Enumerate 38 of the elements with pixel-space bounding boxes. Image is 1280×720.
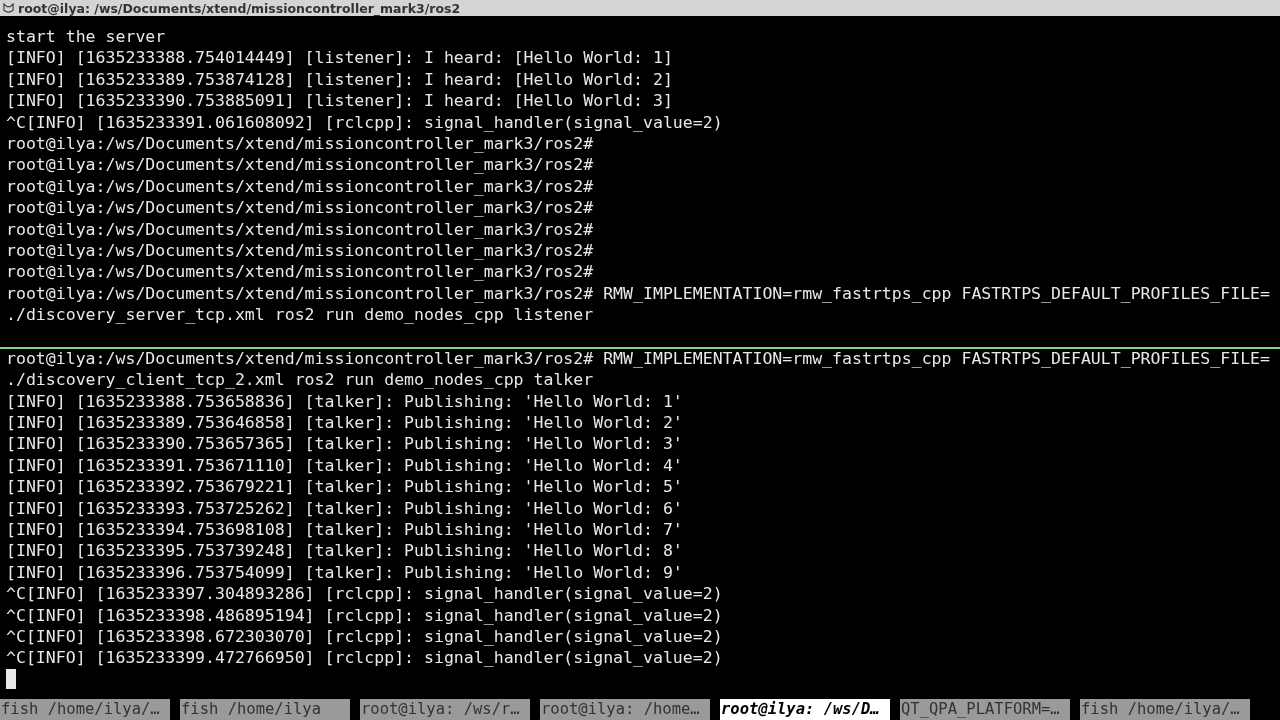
- cat-icon: [3, 2, 14, 14]
- terminal-line: ^C[INFO] [1635233398.486895194] [rclcpp]: signal_handler(signal_value=2): [6, 604, 724, 626]
- terminal-line: root@ilya:/ws/Documents/xtend/missioncontroller_mark3/ros2# RMW_IMPLEMENTATION=rmw_fastrtps_cpp FASTRTPS_DEFAULT_PROFILES_FILE=: [6, 282, 1271, 305]
- terminal-tab[interactable]: fish /home/ilya/…: [0, 699, 170, 720]
- terminal-tab[interactable]: fish /home/ilya: [180, 699, 350, 720]
- terminal-line: [INFO] [1635233389.753874128] [listener]: I heard: [Hello World: 2]: [6, 68, 674, 91]
- terminal-line: root@ilya:/ws/Documents/xtend/missioncontroller_mark3/ros2#: [6, 154, 595, 176]
- terminal-line: ^C[INFO] [1635233397.304893286] [rclcpp]: signal_handler(signal_value=2): [6, 583, 724, 605]
- terminal-line: ./discovery_client_tcp_2.xml ros2 run demo_nodes_cpp talker: [6, 369, 595, 391]
- terminal-line: [INFO] [1635233392.753679221] [talker]: Publishing: 'Hello World: 5': [6, 476, 684, 498]
- terminal-line: root@ilya:/ws/Documents/xtend/missioncontroller_mark3/ros2#: [6, 132, 595, 155]
- terminal-tab[interactable]: fish /home/ilya/…: [1080, 699, 1250, 720]
- terminal-tab[interactable]: QT_QPA_PLATFORM=…: [900, 699, 1070, 720]
- terminal-line: ^C[INFO] [1635233398.672303070] [rclcpp]: signal_handler(signal_value=2): [6, 625, 724, 648]
- terminal-line: [INFO] [1635233390.753885091] [listener]: I heard: [Hello World: 3]: [6, 90, 674, 112]
- terminal-line: root@ilya:/ws/Documents/xtend/missioncontroller_mark3/ros2#: [6, 239, 595, 262]
- terminal-line: [INFO] [1635233388.754014449] [listener]: I heard: [Hello World: 1]: [6, 47, 674, 69]
- terminal-line: root@ilya:/ws/Documents/xtend/missioncontroller_mark3/ros2#: [6, 261, 595, 283]
- terminal-line: [INFO] [1635233390.753657365] [talker]: Publishing: 'Hello World: 3': [6, 433, 684, 455]
- terminal-tab[interactable]: root@ilya: /home…: [540, 699, 710, 720]
- terminal-line: root@ilya:/ws/Documents/xtend/missioncontroller_mark3/ros2# RMW_IMPLEMENTATION=rmw_fastrtps_cpp FASTRTPS_DEFAULT_PROFILES_FILE=: [6, 347, 1271, 370]
- terminal-line: ./discovery_server_tcp.xml ros2 run demo_nodes_cpp listener: [6, 304, 595, 326]
- terminal-tab[interactable]: root@ilya: /ws/r…: [360, 699, 530, 720]
- terminal-line: [INFO] [1635233394.753698108] [talker]: Publishing: 'Hello World: 7': [6, 519, 684, 541]
- terminal-line: ^C[INFO] [1635233391.061608092] [rclcpp]: signal_handler(signal_value=2): [6, 111, 724, 133]
- window-title: root@ilya: /ws/Documents/xtend/missioncontroller_mark3/ros2: [18, 0, 461, 16]
- terminal-line: [INFO] [1635233393.753725262] [talker]: Publishing: 'Hello World: 6': [6, 497, 684, 519]
- terminal-line: [INFO] [1635233396.753754099] [talker]: Publishing: 'Hello World: 9': [6, 561, 684, 584]
- terminal-line: start the server: [6, 26, 167, 48]
- terminal-line: [INFO] [1635233391.753671110] [talker]: Publishing: 'Hello World: 4': [6, 454, 684, 477]
- terminal-tab[interactable]: root@ilya: /ws/D…: [720, 699, 890, 720]
- terminal-line: ^C[INFO] [1635233399.472766950] [rclcpp]: signal_handler(signal_value=2): [6, 647, 724, 669]
- terminal-line: root@ilya:/ws/Documents/xtend/missioncontroller_mark3/ros2#: [6, 175, 595, 198]
- terminal-line: root@ilya:/ws/Documents/xtend/missioncontroller_mark3/ros2#: [6, 197, 595, 219]
- terminal-line: [INFO] [1635233389.753646858] [talker]: Publishing: 'Hello World: 2': [6, 412, 684, 434]
- terminal-line: [INFO] [1635233388.753658836] [talker]: Publishing: 'Hello World: 1': [6, 390, 684, 413]
- terminal-line: [INFO] [1635233395.753739248] [talker]: Publishing: 'Hello World: 8': [6, 540, 684, 562]
- terminal-line: root@ilya:/ws/Documents/xtend/missioncontroller_mark3/ros2#: [6, 218, 595, 240]
